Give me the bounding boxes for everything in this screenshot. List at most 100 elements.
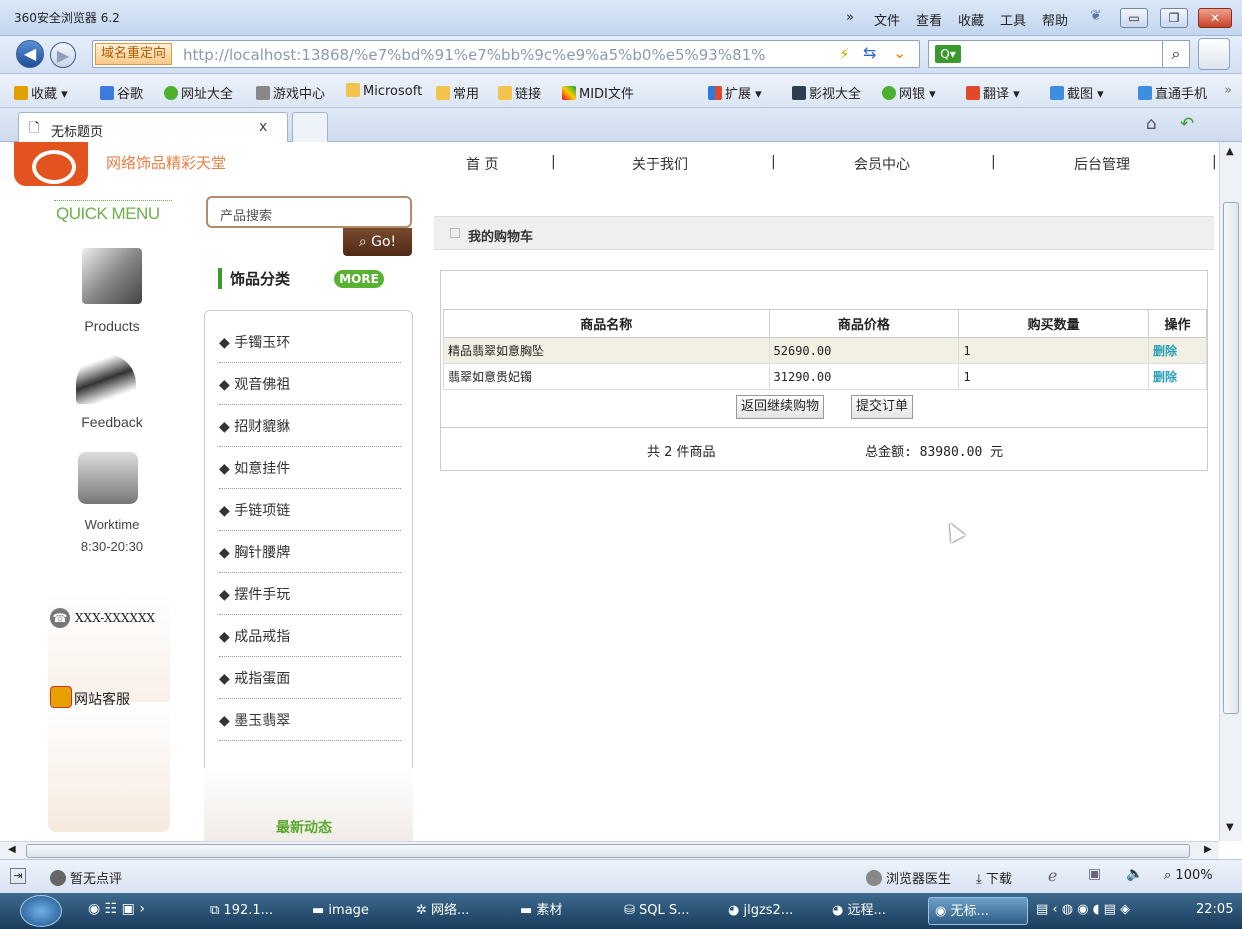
qq-icon[interactable] — [50, 686, 72, 708]
task-browser[interactable]: ◉ 无标... — [928, 897, 1028, 925]
nav-about[interactable]: 关于我们 — [632, 154, 688, 174]
search-box[interactable]: Q▾ — [928, 40, 1188, 68]
fav-phone[interactable]: 直通手机 — [1138, 83, 1207, 102]
category-item[interactable]: ◆ 如意挂件 — [219, 447, 401, 489]
fav-games[interactable]: 游戏中心 — [256, 83, 325, 102]
close-button[interactable]: ✕ — [1198, 8, 1232, 28]
url-text[interactable]: http://localhost:13868/%e7%bd%91%e7%bb%9… — [183, 46, 833, 64]
scroll-down-icon[interactable]: ▼ — [1226, 822, 1234, 833]
category-item[interactable]: ◆ 摆件手玩 — [219, 573, 401, 615]
tab-close-icon[interactable]: x — [259, 119, 267, 135]
horizontal-scrollbar[interactable]: ◀ ▶ — [0, 841, 1219, 859]
compat-mode-icon[interactable]: ⇆ — [863, 43, 876, 62]
nav-admin[interactable]: 后台管理 — [1074, 154, 1130, 174]
clock[interactable]: 22:05 — [1196, 902, 1233, 917]
scroll-right-icon[interactable]: ▶ — [1204, 844, 1212, 855]
browser-doctor[interactable]: 浏览器医生 — [866, 868, 951, 887]
category-item[interactable]: ◆ 胸针腰牌 — [219, 531, 401, 573]
window-icon[interactable]: ▣ — [1088, 866, 1101, 882]
fav-google[interactable]: 谷歌 — [100, 83, 143, 102]
back-icon[interactable]: ◀ — [16, 40, 44, 68]
menu-more-chevron[interactable]: » — [846, 10, 854, 25]
task-remote[interactable]: ◕ 远程... — [826, 897, 892, 925]
task-jlgzs[interactable]: ◕ jlgzs2... — [722, 897, 799, 925]
product-search-input[interactable]: 产品搜索 — [206, 196, 412, 228]
delete-link[interactable]: 删除 — [1148, 363, 1207, 390]
undo-close-icon[interactable]: ↶ — [1180, 114, 1194, 134]
scroll-up-icon[interactable]: ▲ — [1226, 146, 1234, 157]
products-icon[interactable] — [82, 248, 142, 304]
zoom-control[interactable]: ⌕ 100% — [1164, 868, 1213, 883]
fav-video[interactable]: 影视大全 — [792, 83, 861, 102]
sidebar-toggle-icon[interactable]: ⇥ — [10, 868, 26, 884]
vertical-scrollbar[interactable]: ▲ ▼ — [1219, 142, 1242, 841]
fav-sites[interactable]: 网址大全 — [164, 83, 233, 102]
fav-screenshot[interactable]: 截图 ▾ — [1050, 83, 1104, 102]
task-materials[interactable]: ▬ 素材 — [514, 897, 568, 925]
menu-help[interactable]: 帮助 — [1042, 10, 1068, 29]
skin-icon[interactable]: ❦ — [1090, 8, 1102, 24]
menu-favorites[interactable]: 收藏 — [958, 10, 984, 29]
start-button[interactable] — [20, 895, 62, 927]
redirect-badge[interactable]: 域名重定向 — [95, 43, 173, 65]
lightning-icon[interactable]: ⚡ — [839, 45, 850, 63]
fav-microsoft[interactable]: Microsoft — [346, 83, 422, 99]
tab-untitled[interactable]: 🗋 无标题页 x — [18, 112, 288, 142]
quicklaunch-icons[interactable]: ◉ ☷ ▣ › — [88, 901, 145, 917]
nav-separator: | — [991, 154, 996, 170]
book-icon[interactable] — [76, 354, 136, 404]
nav-home[interactable]: 首 页 — [466, 154, 498, 174]
vertical-scroll-thumb[interactable] — [1223, 202, 1239, 714]
favorites-more-chevron[interactable]: » — [1224, 83, 1232, 98]
ie-mode-icon[interactable]: ℯ — [1048, 866, 1057, 885]
menu-file[interactable]: 文件 — [874, 10, 900, 29]
fav-extensions[interactable]: 扩展 ▾ — [708, 83, 762, 102]
fav-bank[interactable]: 网银 ▾ — [882, 83, 936, 102]
task-image[interactable]: ▬ image — [306, 897, 375, 925]
continue-shopping-button[interactable]: 返回继续购物 — [736, 395, 825, 419]
home-icon[interactable]: ⌂ — [1146, 114, 1157, 134]
category-item[interactable]: ◆ 招财貔貅 — [219, 405, 401, 447]
clock-books-icon — [78, 452, 138, 504]
fav-collect[interactable]: 收藏 ▾ — [14, 83, 68, 102]
avatar-icon[interactable] — [1198, 38, 1230, 70]
category-item[interactable]: ◆ 手镯玉环 — [219, 321, 401, 363]
more-button[interactable]: MORE — [334, 270, 384, 288]
fav-midi[interactable]: MIDI文件 — [562, 83, 634, 102]
category-item[interactable]: ◆ 墨玉翡翠 — [219, 699, 401, 741]
category-item[interactable]: ◆ 手链项链 — [219, 489, 401, 531]
comment-status[interactable]: 暂无点评 — [50, 868, 122, 887]
scroll-left-icon[interactable]: ◀ — [8, 844, 16, 855]
sound-icon[interactable]: 🔈 — [1126, 866, 1143, 882]
go-button[interactable]: ⌕ Go! — [343, 228, 412, 256]
category-item[interactable]: ◆ 观音佛祖 — [219, 363, 401, 405]
quick-feedback[interactable]: Feedback — [52, 414, 172, 430]
fav-links[interactable]: 链接 — [498, 83, 541, 102]
task-sql[interactable]: ⛁ SQL S... — [618, 897, 696, 925]
minimize-button[interactable]: ▭ — [1120, 8, 1148, 28]
menu-tools[interactable]: 工具 — [1000, 10, 1026, 29]
fav-common[interactable]: 常用 — [436, 83, 479, 102]
search-icon[interactable]: ⌕ — [1162, 40, 1190, 68]
task-network[interactable]: ✲ 网络... — [410, 897, 475, 925]
downloads[interactable]: ⤓ 下载 — [976, 868, 1012, 887]
fav-translate[interactable]: 翻译 ▾ — [966, 83, 1020, 102]
customer-service-link[interactable]: 网站客服 — [74, 689, 130, 709]
delete-link[interactable]: 删除 — [1148, 337, 1207, 364]
dropdown-icon[interactable]: ⌄ — [893, 43, 906, 62]
nav-member[interactable]: 会员中心 — [854, 154, 910, 174]
url-field[interactable]: 域名重定向 http://localhost:13868/%e7%bd%91%e… — [92, 40, 920, 68]
menu-view[interactable]: 查看 — [916, 10, 942, 29]
search-engine-icon[interactable]: Q▾ — [935, 45, 961, 63]
horizontal-scroll-thumb[interactable] — [26, 844, 1190, 858]
submit-order-button[interactable]: 提交订单 — [851, 395, 914, 419]
task-192[interactable]: ⧉ 192.1... — [204, 897, 279, 925]
new-tab-button[interactable] — [292, 112, 328, 142]
tray-icons[interactable]: ▤ ‹ ◍ ◉ ◖ ▤ ◈ — [1036, 902, 1130, 917]
latest-news-title[interactable]: 最新动态 — [276, 817, 332, 837]
category-item[interactable]: ◆ 戒指蛋面 — [219, 657, 401, 699]
category-item[interactable]: ◆ 成品戒指 — [219, 615, 401, 657]
maximize-button[interactable]: ❐ — [1160, 8, 1188, 28]
forward-icon[interactable]: ▶ — [50, 42, 76, 68]
quick-products[interactable]: Products — [52, 318, 172, 334]
